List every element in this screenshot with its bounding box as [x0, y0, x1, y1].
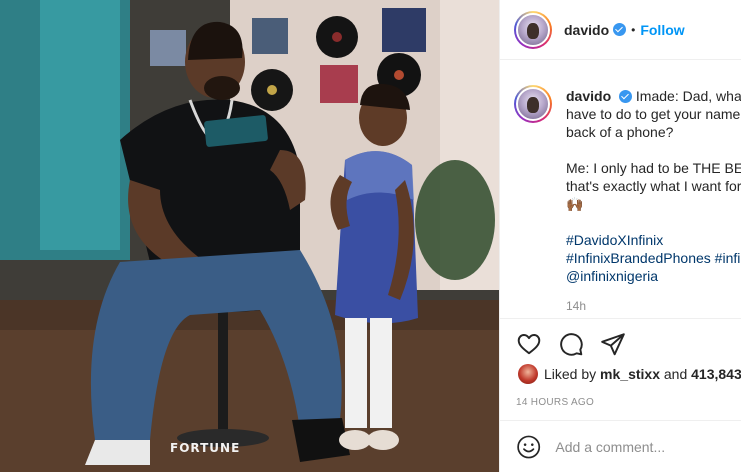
- comment-input[interactable]: [555, 438, 741, 455]
- caption-text: davido Imade: Dad, what d have to do to …: [566, 87, 741, 285]
- caption-time: 14h: [566, 299, 587, 313]
- likes-count[interactable]: 413,843 o: [691, 366, 741, 382]
- post-panel: davido • Follow davido Imade: Dad, what …: [499, 0, 741, 472]
- caption-verified-badge-icon: [619, 90, 633, 103]
- hashtag-infinix[interactable]: #infin: [715, 250, 741, 266]
- hashtag-infinixbrandedphones[interactable]: #InfinixBrandedPhones: [566, 250, 711, 266]
- post-timestamp[interactable]: 14 HOURS AGO: [516, 397, 594, 408]
- heart-icon[interactable]: [516, 331, 542, 357]
- post-photo[interactable]: FORTUNE: [0, 0, 499, 472]
- action-bar: [500, 318, 741, 368]
- post-header: davido • Follow: [500, 0, 741, 60]
- author-username[interactable]: davido: [564, 22, 609, 38]
- caption-area[interactable]: davido Imade: Dad, what d have to do to …: [500, 61, 741, 317]
- share-icon[interactable]: [600, 331, 626, 357]
- liker-username[interactable]: mk_stixx: [600, 366, 660, 382]
- follow-button[interactable]: Follow: [640, 22, 684, 38]
- caption-line-4: Me: I only had to be THE BES: [566, 160, 741, 176]
- photo-illustration: [0, 0, 499, 472]
- comment-bar: [500, 420, 741, 472]
- comment-icon[interactable]: [558, 331, 584, 357]
- hashtag-davidoxinfinix[interactable]: #DavidoXInfinix: [566, 232, 663, 248]
- caption-username[interactable]: davido: [566, 88, 611, 104]
- emoji-icon[interactable]: [516, 434, 541, 460]
- caption-line-2: have to do to get your name: [566, 106, 741, 122]
- caption-line-5: that's exactly what I want for: [566, 178, 741, 194]
- photo-watermark: FORTUNE: [170, 441, 241, 455]
- caption-row: davido Imade: Dad, what d have to do to …: [500, 61, 741, 285]
- caption-emoji: 🙌🏾: [566, 196, 584, 212]
- mention-infinixnigeria[interactable]: @infinixnigeria: [566, 268, 658, 284]
- likes-and: and: [663, 366, 688, 382]
- caption-line-3: back of a phone?: [566, 124, 674, 140]
- liker-avatar[interactable]: [518, 364, 538, 384]
- likes-summary: Liked by mk_stixx and 413,843 o: [518, 364, 741, 384]
- verified-badge-icon: [613, 23, 627, 36]
- likes-prefix: Liked by: [544, 366, 597, 382]
- author-avatar[interactable]: [514, 10, 552, 49]
- separator-dot: •: [631, 22, 636, 37]
- caption-avatar[interactable]: [514, 85, 552, 123]
- caption-line-1: Imade: Dad, what d: [635, 88, 741, 104]
